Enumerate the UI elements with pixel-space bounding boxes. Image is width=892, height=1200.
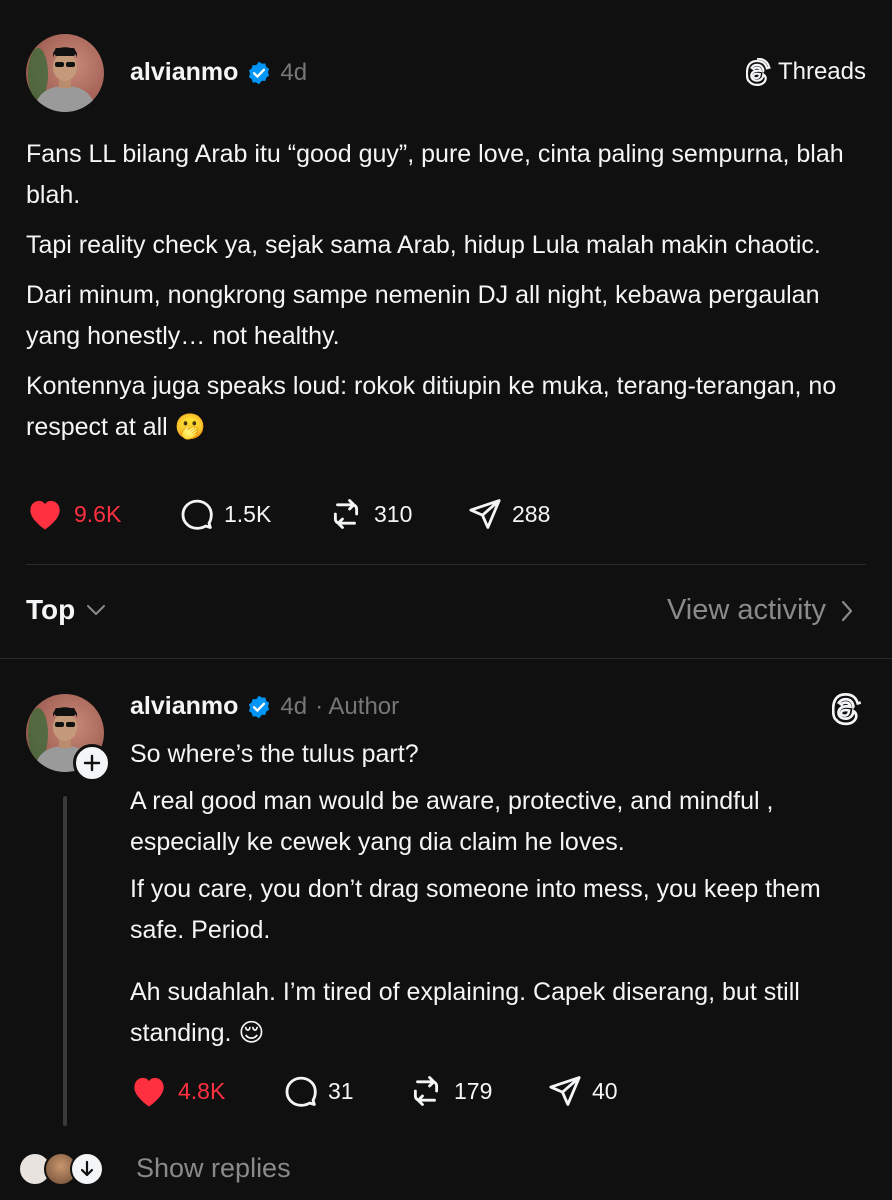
post-actions: 9.6K 1.5K 310 288: [26, 497, 550, 531]
plus-icon: [83, 754, 101, 772]
share-button[interactable]: 288: [468, 497, 550, 531]
threads-brand-link[interactable]: Threads: [745, 58, 866, 86]
reply-header: alvianmo 4d · Author: [130, 692, 399, 721]
repost-icon: [413, 1076, 439, 1106]
heart-icon: [134, 1077, 164, 1107]
arrow-down-icon: [80, 1160, 94, 1177]
comment-button[interactable]: 1.5K: [180, 497, 328, 531]
threads-logo-icon: [745, 58, 771, 86]
reply-body: So where’s the tulus part? A real good m…: [130, 734, 870, 1060]
divider: [26, 564, 866, 565]
reply-time: 4d: [280, 692, 308, 720]
post-paragraph: Kontennya juga speaks loud: rokok ditiup…: [26, 372, 837, 441]
reply-paragraph: If you care, you don’t drag someone into…: [130, 875, 821, 944]
comment-icon: [285, 1076, 317, 1107]
heart-icon: [30, 500, 60, 530]
post-avatar[interactable]: [26, 34, 104, 112]
reply-actions: 4.8K 31 179 40: [130, 1074, 618, 1108]
comment-count: 1.5K: [224, 500, 272, 527]
comment-count: 31: [328, 1077, 354, 1104]
reply-paragraph: Ah sudahlah. I’m tired of explaining. Ca…: [130, 978, 800, 1047]
show-replies-link[interactable]: Show replies: [136, 1153, 291, 1184]
chevron-down-icon: [87, 605, 106, 615]
avatar-person-icon: [28, 47, 96, 112]
threads-logo-button[interactable]: [831, 690, 864, 731]
sort-label: Top: [26, 594, 76, 625]
view-activity-label: View activity: [666, 594, 826, 626]
reply-paragraph: So where’s the tulus part?: [130, 740, 419, 768]
follow-plus-button[interactable]: [73, 744, 111, 782]
like-button[interactable]: 4.8K: [130, 1074, 284, 1108]
share-count: 40: [592, 1077, 618, 1104]
post-header: alvianmo 4d: [130, 58, 307, 87]
verified-icon: [249, 61, 270, 84]
post-username[interactable]: alvianmo: [130, 58, 238, 87]
chevron-right-icon: [841, 600, 853, 621]
share-button[interactable]: 40: [548, 1074, 618, 1108]
reply-username[interactable]: alvianmo: [130, 692, 238, 721]
repost-count: 179: [454, 1077, 493, 1104]
post-body: Fans LL bilang Arab itu “good guy”, pure…: [26, 134, 866, 457]
view-activity-link[interactable]: View activity: [667, 594, 854, 627]
reply-avatars: [18, 1152, 104, 1186]
repost-icon: [333, 499, 359, 529]
share-count: 288: [512, 500, 551, 527]
post-paragraph: Tapi reality check ya, sejak sama Arab, …: [26, 231, 821, 259]
like-count: 4.8K: [178, 1077, 226, 1104]
post-paragraph: Dari minum, nongkrong sampe nemenin DJ a…: [26, 281, 820, 350]
share-icon: [549, 1076, 581, 1106]
threads-logo-icon: [831, 693, 862, 726]
verified-icon: [249, 695, 270, 718]
post-time: 4d: [280, 58, 308, 86]
comment-button[interactable]: 31: [284, 1074, 408, 1108]
expand-replies-button[interactable]: [70, 1152, 104, 1186]
like-button[interactable]: 9.6K: [26, 497, 180, 531]
author-tag: · Author: [315, 692, 400, 720]
thread-line: [63, 796, 67, 1126]
divider: [0, 658, 892, 659]
post-paragraph: Fans LL bilang Arab itu “good guy”, pure…: [26, 140, 844, 209]
like-count: 9.6K: [74, 500, 122, 527]
threads-brand-label: Threads: [777, 58, 866, 85]
reply-paragraph: A real good man would be aware, protecti…: [130, 787, 774, 856]
repost-button[interactable]: 310: [328, 497, 468, 531]
sort-dropdown[interactable]: Top: [26, 594, 107, 626]
share-icon: [469, 499, 501, 529]
comment-icon: [181, 499, 213, 530]
repost-button[interactable]: 179: [408, 1074, 548, 1108]
repost-count: 310: [374, 500, 413, 527]
